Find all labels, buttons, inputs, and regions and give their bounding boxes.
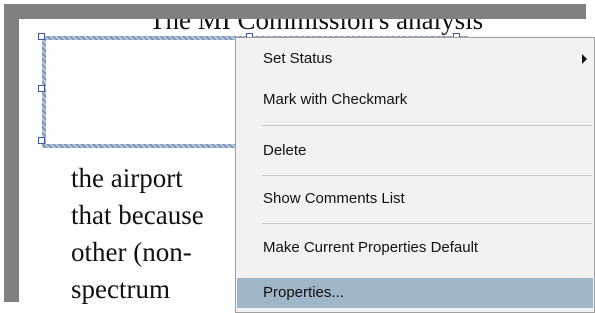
menu-item-show-comments-list[interactable]: Show Comments List [237, 184, 593, 214]
menu-item-label: Show Comments List [263, 190, 405, 207]
document-text-line: the airport [71, 163, 183, 193]
menu-item-label: Delete [263, 142, 307, 159]
menu-item-label: Set Status [263, 50, 333, 67]
menu-separator [262, 125, 592, 126]
context-menu: Set Status Mark with Checkmark Delete Sh… [235, 37, 595, 313]
document-text-line: that because [71, 200, 204, 230]
menu-item-delete[interactable]: Delete [237, 136, 593, 166]
document-text-top: The MI Commission's analysis [149, 19, 484, 35]
submenu-arrow-icon [582, 54, 587, 64]
menu-item-make-current-properties-default[interactable]: Make Current Properties Default [237, 233, 593, 263]
resize-handle-left[interactable] [38, 85, 45, 92]
menu-item-label: Mark with Checkmark [263, 91, 408, 108]
menu-item-properties[interactable]: Properties... [237, 278, 593, 308]
menu-item-set-status[interactable]: Set Status [237, 44, 593, 74]
document-text-line: other (non- [71, 237, 192, 267]
document-text-line: spectrum [71, 274, 170, 304]
resize-handle-top-left[interactable] [38, 33, 45, 40]
menu-item-mark-with-checkmark[interactable]: Mark with Checkmark [237, 85, 593, 115]
menu-item-label: Make Current Properties Default [263, 239, 479, 256]
menu-separator [262, 175, 592, 176]
menu-separator [262, 223, 592, 224]
menu-item-label: Properties... [263, 284, 344, 301]
resize-handle-bottom-left[interactable] [38, 137, 45, 144]
